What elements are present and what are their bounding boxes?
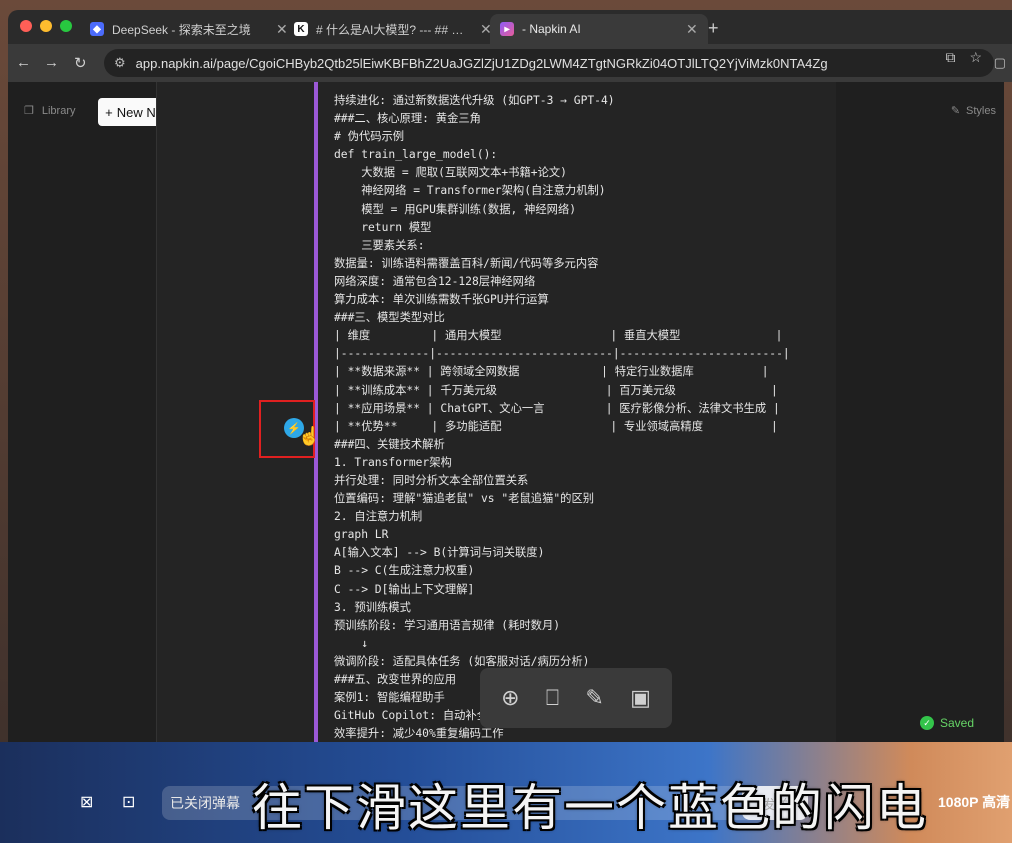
new-tab-icon[interactable]: + [708, 18, 719, 39]
k-icon: K [294, 22, 308, 36]
document-line[interactable]: 预训练阶段: 学习通用语言规律 (耗时数月) [334, 617, 834, 635]
tab-title: # 什么是AI大模型? --- ## 目录 [316, 22, 466, 37]
image-icon[interactable]: ▣ [630, 685, 651, 711]
document-line[interactable]: 1. Transformer架构 [334, 454, 834, 472]
document-line[interactable]: 模型 = 用GPU集群训练(数据, 神经网络) [334, 201, 834, 219]
document-line[interactable]: ###二、核心原理: 黄金三角 [334, 110, 834, 128]
tab-title: DeepSeek - 探索未至之境 [112, 22, 251, 37]
document-line[interactable]: C --> D[输出上下文理解] [334, 581, 834, 599]
document-line[interactable]: |-------------|-------------------------… [334, 345, 834, 363]
right-panel: ✎ Styles ✓ Saved [836, 82, 1004, 742]
document-line[interactable]: 数据量: 训练语料需覆盖百科/新闻/代码等多元内容 [334, 255, 834, 273]
document-line[interactable]: return 模型 [334, 219, 834, 237]
check-icon: ✓ [919, 716, 934, 730]
tab-napkin[interactable]: ▸ - Napkin AI ✕ [490, 14, 708, 44]
danmaku-settings-icon[interactable]: ⊡ [122, 792, 135, 812]
document-line[interactable]: 网络深度: 通常包含12-128层神经网络 [334, 273, 834, 291]
url-text[interactable]: app.napkin.ai/page/CgoiCHByb2Qtb25lEiwKB… [136, 56, 828, 71]
tab-k[interactable]: K # 什么是AI大模型? --- ## 目录 ✕ [284, 14, 502, 44]
document-line[interactable]: A[输入文本] --> B(计算词与词关联度) [334, 544, 834, 562]
library-icon: ❐ [24, 105, 34, 117]
brush-icon: ✎ [950, 105, 961, 117]
forward-icon[interactable]: → [44, 54, 59, 71]
document-line[interactable]: | 维度 | 通用大模型 | 垂直大模型 | [334, 327, 834, 345]
left-sidebar: ❐ Library + New Napkin [8, 82, 194, 742]
styles-label: Styles [966, 104, 996, 117]
pen-icon[interactable]: ✎ [585, 685, 603, 711]
app-window: ◆ DeepSeek - 探索未至之境 ✕ K # 什么是AI大模型? --- … [0, 0, 1012, 843]
document-line[interactable]: 并行处理: 同时分析文本全部位置关系 [334, 472, 834, 490]
document-line[interactable]: 三要素关系: [334, 237, 834, 255]
document-line[interactable]: 2. 自注意力机制 [334, 508, 834, 526]
site-settings-icon[interactable]: ⚙ [114, 55, 126, 71]
document-line[interactable]: | **优势** | 多功能适配 | 专业领域高精度 | [334, 418, 834, 436]
document-line[interactable]: | **数据来源** | 跨领域全网数据 | 特定行业数据库 | [334, 363, 834, 381]
document-text[interactable]: 持续进化: 通过新数据迭代升级 (如GPT-3 → GPT-4) ###二、核心原… [334, 92, 834, 743]
document-line[interactable]: 位置编码: 理解"猫追老鼠" vs "老鼠追猫"的区别 [334, 490, 834, 508]
document-line[interactable]: ###四、关键技术解析 [334, 436, 834, 454]
hand-cursor-icon: ☝ [298, 426, 321, 446]
tab-deepseek[interactable]: ◆ DeepSeek - 探索未至之境 ✕ [80, 14, 298, 44]
saved-status: ✓ Saved [919, 716, 974, 730]
video-player-bar: ⊠ ⊡ 已关闭弹幕 发送 1080P 高清 往下滑这里有一个蓝色的闪电 [0, 742, 1012, 843]
plus-icon: + [105, 104, 113, 120]
document-line[interactable]: 算力成本: 单次训练需数千张GPU并行运算 [334, 291, 834, 309]
document-line[interactable]: # 伪代码示例 [334, 128, 834, 146]
video-subtitle: 往下滑这里有一个蓝色的闪电 [252, 779, 928, 837]
maximize-window-button[interactable] [60, 20, 72, 32]
back-icon[interactable]: ← [16, 54, 31, 71]
address-actions: ⧉ ☆ [945, 49, 982, 66]
styles-button[interactable]: ✎ Styles [950, 104, 996, 118]
bookmark-star-icon[interactable]: ☆ [969, 49, 982, 66]
napkin-icon: ▸ [500, 22, 514, 36]
text-frame-icon[interactable]: ⎕ [546, 685, 559, 711]
document-line[interactable]: def train_large_model(): [334, 146, 834, 164]
close-window-button[interactable] [20, 20, 32, 32]
quality-selector[interactable]: 1080P 高清 [938, 792, 1010, 812]
document-line[interactable]: ↓ [334, 635, 834, 653]
document-line[interactable]: B --> C(生成注意力权重) [334, 562, 834, 580]
tab-title: - Napkin AI [522, 22, 581, 36]
document-line[interactable]: ###三、模型类型对比 [334, 309, 834, 327]
document-line[interactable]: 3. 预训练模式 [334, 599, 834, 617]
window-controls [20, 20, 72, 32]
document-line[interactable]: 持续进化: 通过新数据迭代升级 (如GPT-3 → GPT-4) [334, 92, 834, 110]
document-line[interactable]: | **训练成本** | 千万美元级 | 百万美元级 | [334, 382, 834, 400]
document-line[interactable]: | **应用场景** | ChatGPT、文心一言 | 医疗影像分析、法律文书生… [334, 400, 834, 418]
address-bar[interactable]: ⚙ app.napkin.ai/page/CgoiCHByb2Qtb25lEiw… [104, 49, 994, 77]
divider [156, 82, 157, 742]
tab-bar: ◆ DeepSeek - 探索未至之境 ✕ K # 什么是AI大模型? --- … [8, 10, 1012, 44]
danmaku-placeholder: 已关闭弹幕 [170, 795, 240, 811]
napkin-editor: ❐ Library + New Napkin ✎ Styles ✓ Saved … [8, 82, 1004, 742]
document-line[interactable]: 神经网络 = Transformer架构(自注意力机制) [334, 182, 834, 200]
floating-toolbar: ⊕ ⎕ ✎ ▣ [480, 668, 672, 728]
deepseek-icon: ◆ [90, 22, 104, 36]
document-line[interactable]: 大数据 = 爬取(互联网文本+书籍+论文) [334, 164, 834, 182]
browser-toolbar: ← → ↻ ⚙ app.napkin.ai/page/CgoiCHByb2Qtb… [8, 44, 1012, 82]
close-icon[interactable]: ✕ [686, 21, 698, 38]
reload-icon[interactable]: ↻ [74, 54, 87, 72]
danmaku-toggle-icon[interactable]: ⊠ [80, 792, 93, 812]
extensions-icon[interactable]: ▢ [994, 55, 1006, 71]
library-button[interactable]: ❐ Library [24, 104, 76, 118]
minimize-window-button[interactable] [40, 20, 52, 32]
install-app-icon[interactable]: ⧉ [945, 49, 955, 66]
library-label: Library [41, 104, 76, 117]
zoom-spark-icon[interactable]: ⊕ [501, 685, 519, 711]
saved-label: Saved [939, 716, 974, 730]
document-line[interactable]: graph LR [334, 526, 834, 544]
